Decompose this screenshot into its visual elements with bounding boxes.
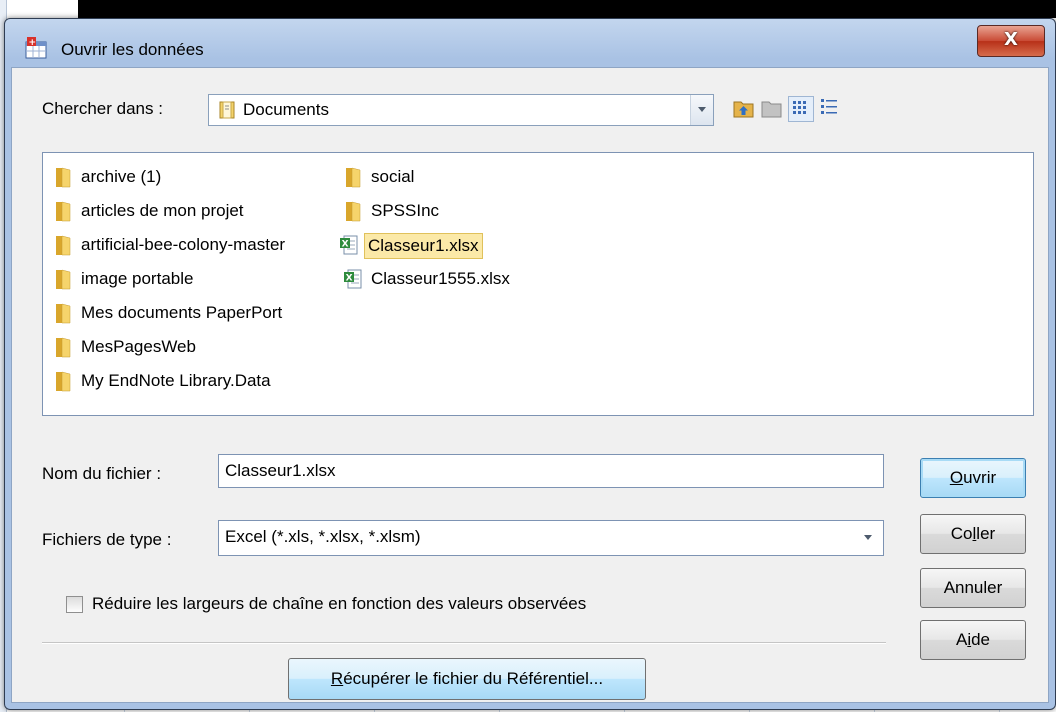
- folder-icon: [53, 166, 73, 188]
- file-name: Classeur1.xlsx: [364, 233, 483, 259]
- open-label-key: O: [949, 468, 964, 487]
- documents-folder-icon: [219, 101, 235, 124]
- excel-file-icon: X: [343, 268, 363, 290]
- file-name: social: [371, 167, 415, 186]
- file-name: Mes documents PaperPort: [81, 303, 283, 322]
- divider: [42, 642, 886, 644]
- folder-icon: [53, 302, 73, 324]
- look-in-label: Chercher dans :: [42, 99, 163, 118]
- details-view-icon[interactable]: [818, 96, 842, 120]
- look-in-dropdown[interactable]: Documents: [208, 94, 714, 126]
- file-name: archive (1): [81, 167, 162, 186]
- new-folder-icon: [760, 96, 784, 120]
- file-name-value: Classeur1.xlsx: [225, 461, 336, 480]
- spss-data-icon: +: [25, 37, 49, 59]
- retrieve-repository-button[interactable]: Récupérer le fichier du Référentiel...: [288, 658, 646, 700]
- file-name: Classeur1555.xlsx: [371, 269, 510, 288]
- file-name: artificial-bee-colony-master: [81, 235, 286, 254]
- look-in-value: Documents: [243, 100, 329, 119]
- reduce-widths-label: Réduire les largeurs de chaîne en foncti…: [92, 594, 587, 613]
- file-type-dropdown[interactable]: Excel (*.xls, *.xlsx, *.xlsm): [218, 520, 884, 556]
- close-button[interactable]: X: [977, 25, 1045, 57]
- open-data-dialog: + Ouvrir les données X Chercher dans : D…: [4, 18, 1056, 710]
- svg-text:X: X: [342, 240, 349, 250]
- folder-icon: [343, 200, 363, 222]
- folder-icon: [53, 370, 73, 392]
- up-folder-icon[interactable]: [732, 96, 756, 120]
- paste-button[interactable]: Coller: [920, 514, 1026, 554]
- dialog-title: Ouvrir les données: [61, 40, 204, 59]
- dialog-body: Chercher dans : Documents archive (1) ar…: [11, 67, 1049, 703]
- open-label-post: uvrir: [963, 468, 997, 487]
- background-toolbar: [78, 0, 1056, 18]
- folder-icon: [343, 166, 363, 188]
- folder-icon: [53, 200, 73, 222]
- file-type-label: Fichiers de type :: [42, 530, 172, 549]
- dialog-titlebar[interactable]: + Ouvrir les données X: [5, 19, 1055, 67]
- file-name: My EndNote Library.Data: [81, 371, 271, 390]
- retrieve-label-post: écupérer le fichier du Référentiel...: [343, 669, 604, 688]
- retrieve-label-key: R: [330, 669, 344, 688]
- paste-label-pre: Co: [950, 524, 973, 543]
- reduce-widths-checkbox[interactable]: [66, 596, 83, 613]
- file-name-label: Nom du fichier :: [42, 464, 162, 483]
- paste-label-post: ler: [976, 524, 996, 543]
- help-label-post: de: [971, 630, 991, 649]
- file-list[interactable]: archive (1) articles de mon projet artif…: [42, 152, 1034, 416]
- excel-file-icon: X: [339, 234, 359, 256]
- list-view-icon[interactable]: [788, 96, 814, 122]
- svg-text:X: X: [346, 274, 353, 284]
- folder-icon: [53, 234, 73, 256]
- help-button[interactable]: Aide: [920, 620, 1026, 660]
- file-name: articles de mon projet: [81, 201, 244, 220]
- help-label-pre: A: [955, 630, 968, 649]
- svg-text:+: +: [29, 38, 37, 48]
- chevron-down-icon[interactable]: [853, 521, 883, 555]
- cancel-button[interactable]: Annuler: [920, 568, 1026, 608]
- open-button[interactable]: Ouvrir: [920, 458, 1026, 498]
- file-name: MesPagesWeb: [81, 337, 196, 356]
- folder-icon: [53, 336, 73, 358]
- chevron-down-icon[interactable]: [690, 95, 713, 125]
- file-name-field[interactable]: Classeur1.xlsx: [218, 454, 884, 488]
- file-name: SPSSInc: [371, 201, 440, 220]
- folder-icon: [53, 268, 73, 290]
- file-type-value: Excel (*.xls, *.xlsx, *.xlsm): [225, 527, 421, 546]
- file-name: image portable: [81, 269, 194, 288]
